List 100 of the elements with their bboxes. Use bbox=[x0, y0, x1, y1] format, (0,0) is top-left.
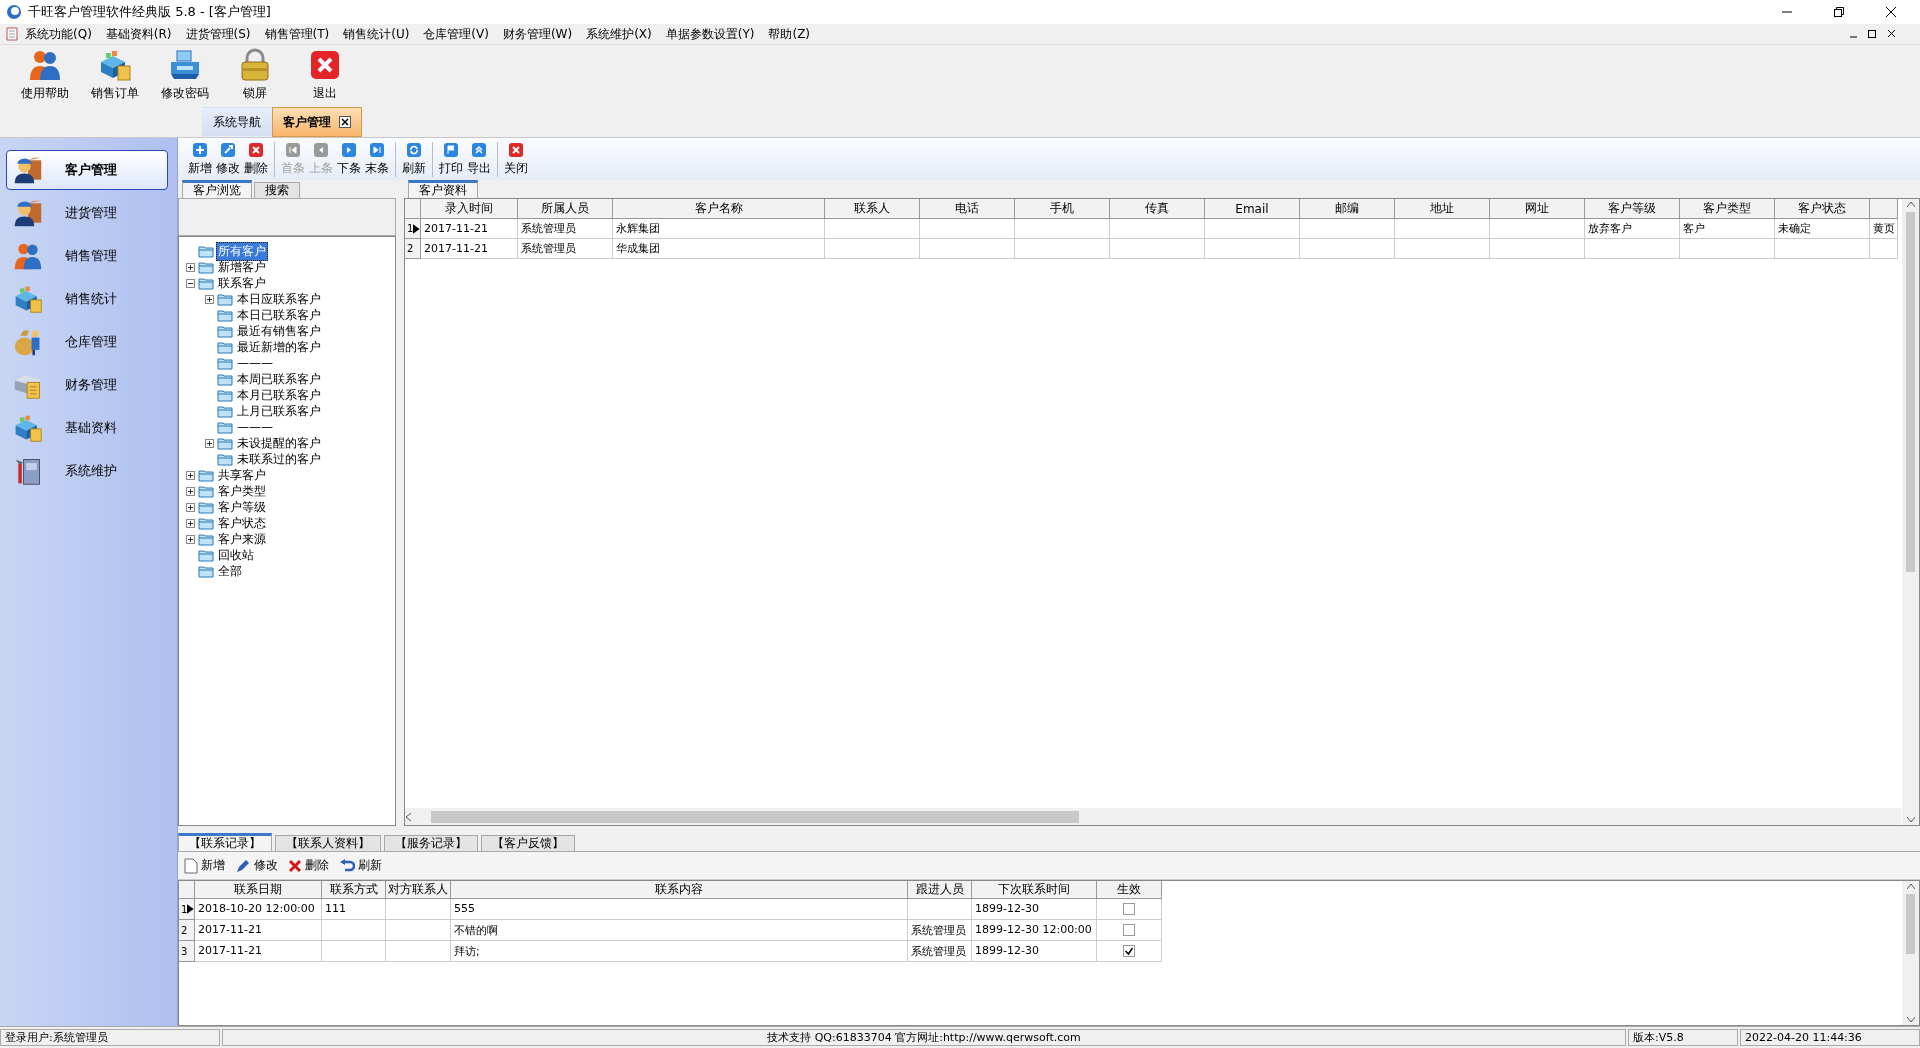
column-header[interactable]: 联系日期 bbox=[195, 881, 322, 899]
table-cell: 2017-11-21 bbox=[421, 239, 518, 259]
table-cell: 不错的啊 bbox=[451, 920, 908, 941]
tab[interactable]: 【联系人资料】 bbox=[275, 835, 381, 851]
toolbar-button[interactable]: 末条 bbox=[363, 141, 391, 177]
menu-item[interactable]: 仓库管理(V) bbox=[416, 25, 496, 43]
table-cell: 2017-11-21 bbox=[421, 219, 518, 239]
toolbar-button[interactable]: 修改 bbox=[235, 857, 278, 874]
sidebar-item[interactable]: 销售管理 bbox=[6, 236, 168, 276]
toolbar-button[interactable]: 打印 bbox=[437, 141, 465, 177]
sidebar-item[interactable]: 仓库管理 bbox=[6, 322, 168, 362]
tab[interactable]: 【客户反馈】 bbox=[481, 835, 575, 851]
column-header[interactable]: 生效 bbox=[1097, 881, 1162, 899]
row-header[interactable]: 1 bbox=[179, 899, 195, 920]
menu-item[interactable]: 销售统计(U) bbox=[336, 25, 417, 43]
row-header[interactable]: 1 bbox=[405, 219, 421, 239]
toolbar-button[interactable]: 销售订单 bbox=[80, 46, 150, 102]
row-number: 2 bbox=[407, 243, 414, 254]
tab[interactable]: 客户浏览 bbox=[182, 180, 252, 198]
row-header[interactable]: 2 bbox=[179, 920, 195, 941]
toolbar-button[interactable]: 刷新 bbox=[400, 141, 428, 177]
tree-item[interactable]: ——— bbox=[235, 355, 275, 371]
column-header[interactable]: 录入时间 bbox=[421, 199, 518, 219]
status-text: 技术支持 QQ:61833704 官方网址:http://www.qerwsoft.com bbox=[222, 1029, 1626, 1046]
table-cell: 2017-11-21 bbox=[195, 941, 322, 962]
column-header[interactable]: 邮编 bbox=[1300, 199, 1395, 219]
menu-item[interactable]: 系统功能(Q) bbox=[18, 25, 99, 43]
column-header[interactable]: 传真 bbox=[1110, 199, 1205, 219]
toolbar-button[interactable]: 使用帮助 bbox=[10, 46, 80, 102]
toolbar-button[interactable]: 修改密码 bbox=[150, 46, 220, 102]
column-header[interactable]: 下次联系时间 bbox=[972, 881, 1097, 899]
column-header[interactable]: 对方联系人 bbox=[386, 881, 451, 899]
toolbar-button[interactable]: 退出 bbox=[290, 46, 360, 102]
column-header[interactable]: 客户类型 bbox=[1680, 199, 1775, 219]
menu-item[interactable]: 进货管理(S) bbox=[178, 25, 258, 43]
toolbar-button[interactable]: 删除 bbox=[242, 141, 270, 177]
row-header[interactable]: 3 bbox=[179, 941, 195, 962]
column-header[interactable]: Email bbox=[1205, 199, 1300, 219]
document-tab[interactable]: 客户管理 bbox=[272, 107, 362, 137]
table-cell: 系统管理员 bbox=[908, 920, 972, 941]
sidebar-item[interactable]: 系统维护 bbox=[6, 451, 168, 491]
toolbar-button[interactable]: 刷新 bbox=[339, 857, 382, 874]
table-cell: 华成集团 bbox=[613, 239, 825, 259]
tab[interactable]: 客户资料 bbox=[408, 180, 478, 198]
column-header[interactable]: 跟进人员 bbox=[908, 881, 972, 899]
menu-item[interactable]: 基础资料(R) bbox=[98, 25, 179, 43]
sidebar-item[interactable]: 财务管理 bbox=[6, 365, 168, 405]
row-number: 3 bbox=[181, 945, 188, 957]
toolbar-button[interactable]: 新增 bbox=[186, 141, 214, 177]
tree-item[interactable]: 所有客户 bbox=[216, 241, 268, 261]
table-cell: 555 bbox=[451, 899, 908, 920]
sidebar-item[interactable]: 销售统计 bbox=[6, 279, 168, 319]
menu-item[interactable]: 销售管理(T) bbox=[257, 25, 337, 43]
table-cell: 2017-11-21 bbox=[195, 920, 322, 941]
tree-item[interactable]: ——— bbox=[235, 419, 275, 435]
column-header[interactable]: 手机 bbox=[1015, 199, 1110, 219]
table-cell: 系统管理员 bbox=[518, 239, 613, 259]
table-cell: 2018-10-20 12:00:00 bbox=[195, 899, 322, 920]
tab[interactable]: 【服务记录】 bbox=[384, 835, 478, 851]
table-cell: 系统管理员 bbox=[908, 941, 972, 962]
toolbar-button[interactable]: 新增 bbox=[184, 857, 225, 874]
status-text: 登录用户:系统管理员 bbox=[0, 1029, 220, 1046]
sidebar-item[interactable]: 客户管理 bbox=[6, 150, 168, 190]
toolbar-button[interactable]: 关闭 bbox=[502, 141, 530, 177]
column-header[interactable]: 联系内容 bbox=[451, 881, 908, 899]
tab[interactable]: 【联系记录】 bbox=[178, 833, 272, 851]
column-header[interactable]: 地址 bbox=[1395, 199, 1490, 219]
status-text: 2022-04-20 11:44:36 bbox=[1740, 1029, 1920, 1046]
column-header[interactable]: 客户等级 bbox=[1585, 199, 1680, 219]
tab[interactable]: 搜索 bbox=[254, 182, 300, 198]
table-cell: 1899-12-30 bbox=[972, 941, 1097, 962]
document-tab[interactable]: 系统导航 bbox=[202, 107, 272, 137]
toolbar-button[interactable]: 下条 bbox=[335, 141, 363, 177]
table-cell: 拜访; bbox=[451, 941, 908, 962]
toolbar-button[interactable]: 删除 bbox=[288, 857, 329, 874]
row-header[interactable]: 2 bbox=[405, 239, 421, 259]
menu-item[interactable]: 单据参数设置(Y) bbox=[658, 25, 762, 43]
menu-item[interactable]: 帮助(Z) bbox=[761, 25, 818, 43]
menu-item[interactable]: 财务管理(W) bbox=[495, 25, 580, 43]
row-number: 1 bbox=[181, 903, 188, 915]
menu-item[interactable]: 系统维护(X) bbox=[579, 25, 659, 43]
column-header[interactable]: 客户状态 bbox=[1775, 199, 1870, 219]
toolbar-button[interactable]: 修改 bbox=[214, 141, 242, 177]
column-header[interactable]: 电话 bbox=[920, 199, 1015, 219]
sidebar-item[interactable]: 基础资料 bbox=[6, 408, 168, 448]
column-header[interactable]: 联系方式 bbox=[322, 881, 386, 899]
table-cell: 系统管理员 bbox=[518, 219, 613, 239]
table-cell: 111 bbox=[322, 899, 386, 920]
row-number: 2 bbox=[181, 924, 188, 936]
table-cell: 黄页 bbox=[1870, 219, 1898, 239]
row-number: 1 bbox=[407, 223, 414, 234]
table-cell: 客户 bbox=[1680, 219, 1775, 239]
table-cell: 1899-12-30 bbox=[972, 899, 1097, 920]
column-header[interactable]: 网址 bbox=[1490, 199, 1585, 219]
column-header[interactable]: 客户名称 bbox=[613, 199, 825, 219]
column-header[interactable]: 联系人 bbox=[825, 199, 920, 219]
toolbar-button[interactable]: 导出 bbox=[465, 141, 493, 177]
sidebar-item[interactable]: 进货管理 bbox=[6, 193, 168, 233]
column-header[interactable]: 所属人员 bbox=[518, 199, 613, 219]
toolbar-button[interactable]: 锁屏 bbox=[220, 46, 290, 102]
